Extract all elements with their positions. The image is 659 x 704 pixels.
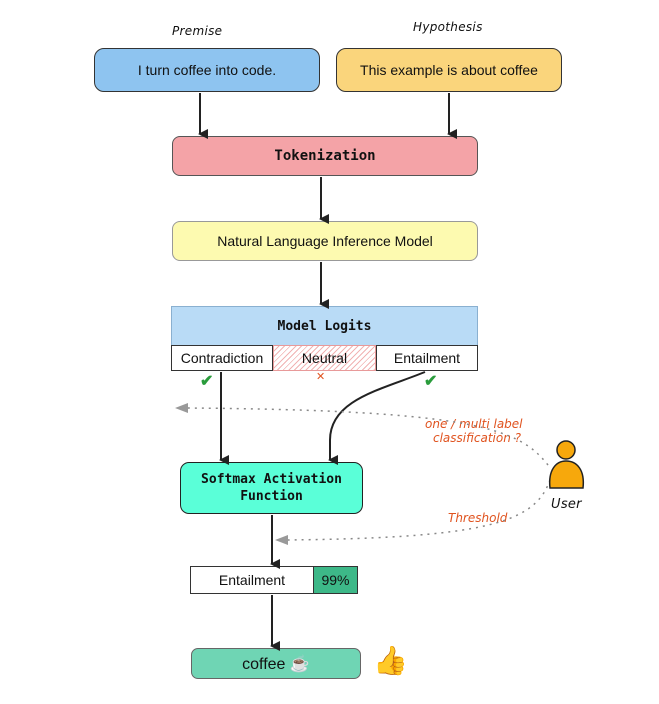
softmax-label-line1: Softmax Activation [201,472,342,487]
multilabel-note-line1: one / multi label [425,417,523,431]
premise-box: I turn coffee into code. [94,48,320,92]
arrow-entailment-softmax [328,371,426,465]
logit-neutral: Neutral [273,345,376,371]
result-label: Entailment [218,572,286,588]
premise-text: I turn coffee into code. [137,62,277,78]
premise-label: Premise [172,24,223,38]
model-logits-title: Model Logits [277,318,372,334]
result-score: 99% [321,572,350,588]
logit-contradiction: Contradiction [171,345,273,371]
hypothesis-text: This example is about coffee [360,62,538,78]
softmax-label-line2: Function [240,489,303,504]
thumbs-up-icon: 👍 [373,645,408,676]
tokenization-label: Tokenization [274,148,376,164]
dotted-arrowhead-multilabel [175,403,188,413]
threshold-note: Threshold [448,511,508,525]
softmax-box: Softmax Activation Function [180,462,363,514]
hypothesis-label: Hypothesis [413,20,483,34]
hypothesis-box: This example is about coffee [336,48,562,92]
entailment-check-icon: ✔ [424,373,438,390]
dotted-arrowhead-threshold [275,535,288,545]
contradiction-check-icon: ✔ [200,373,214,390]
output-text: coffee ☕ [242,655,310,673]
logit-entailment-label: Entailment [393,350,461,366]
nli-model-box: Natural Language Inference Model [172,221,478,261]
result-score-cell: 99% [313,566,358,594]
logit-contradiction-label: Contradiction [180,350,264,366]
neutral-cross-icon: ✕ [316,371,326,383]
result-label-cell: Entailment [190,566,314,594]
tokenization-box: Tokenization [172,136,478,176]
model-logits-header: Model Logits [171,306,478,346]
multilabel-note: one / multi label classification ? [425,417,523,445]
output-box: coffee ☕ [191,648,361,679]
user-icon [548,440,585,489]
logit-entailment: Entailment [376,345,478,371]
nli-model-label: Natural Language Inference Model [217,233,433,249]
user-label: User [551,497,582,512]
logit-neutral-label: Neutral [301,350,348,366]
multilabel-note-line2: classification ? [433,431,521,445]
